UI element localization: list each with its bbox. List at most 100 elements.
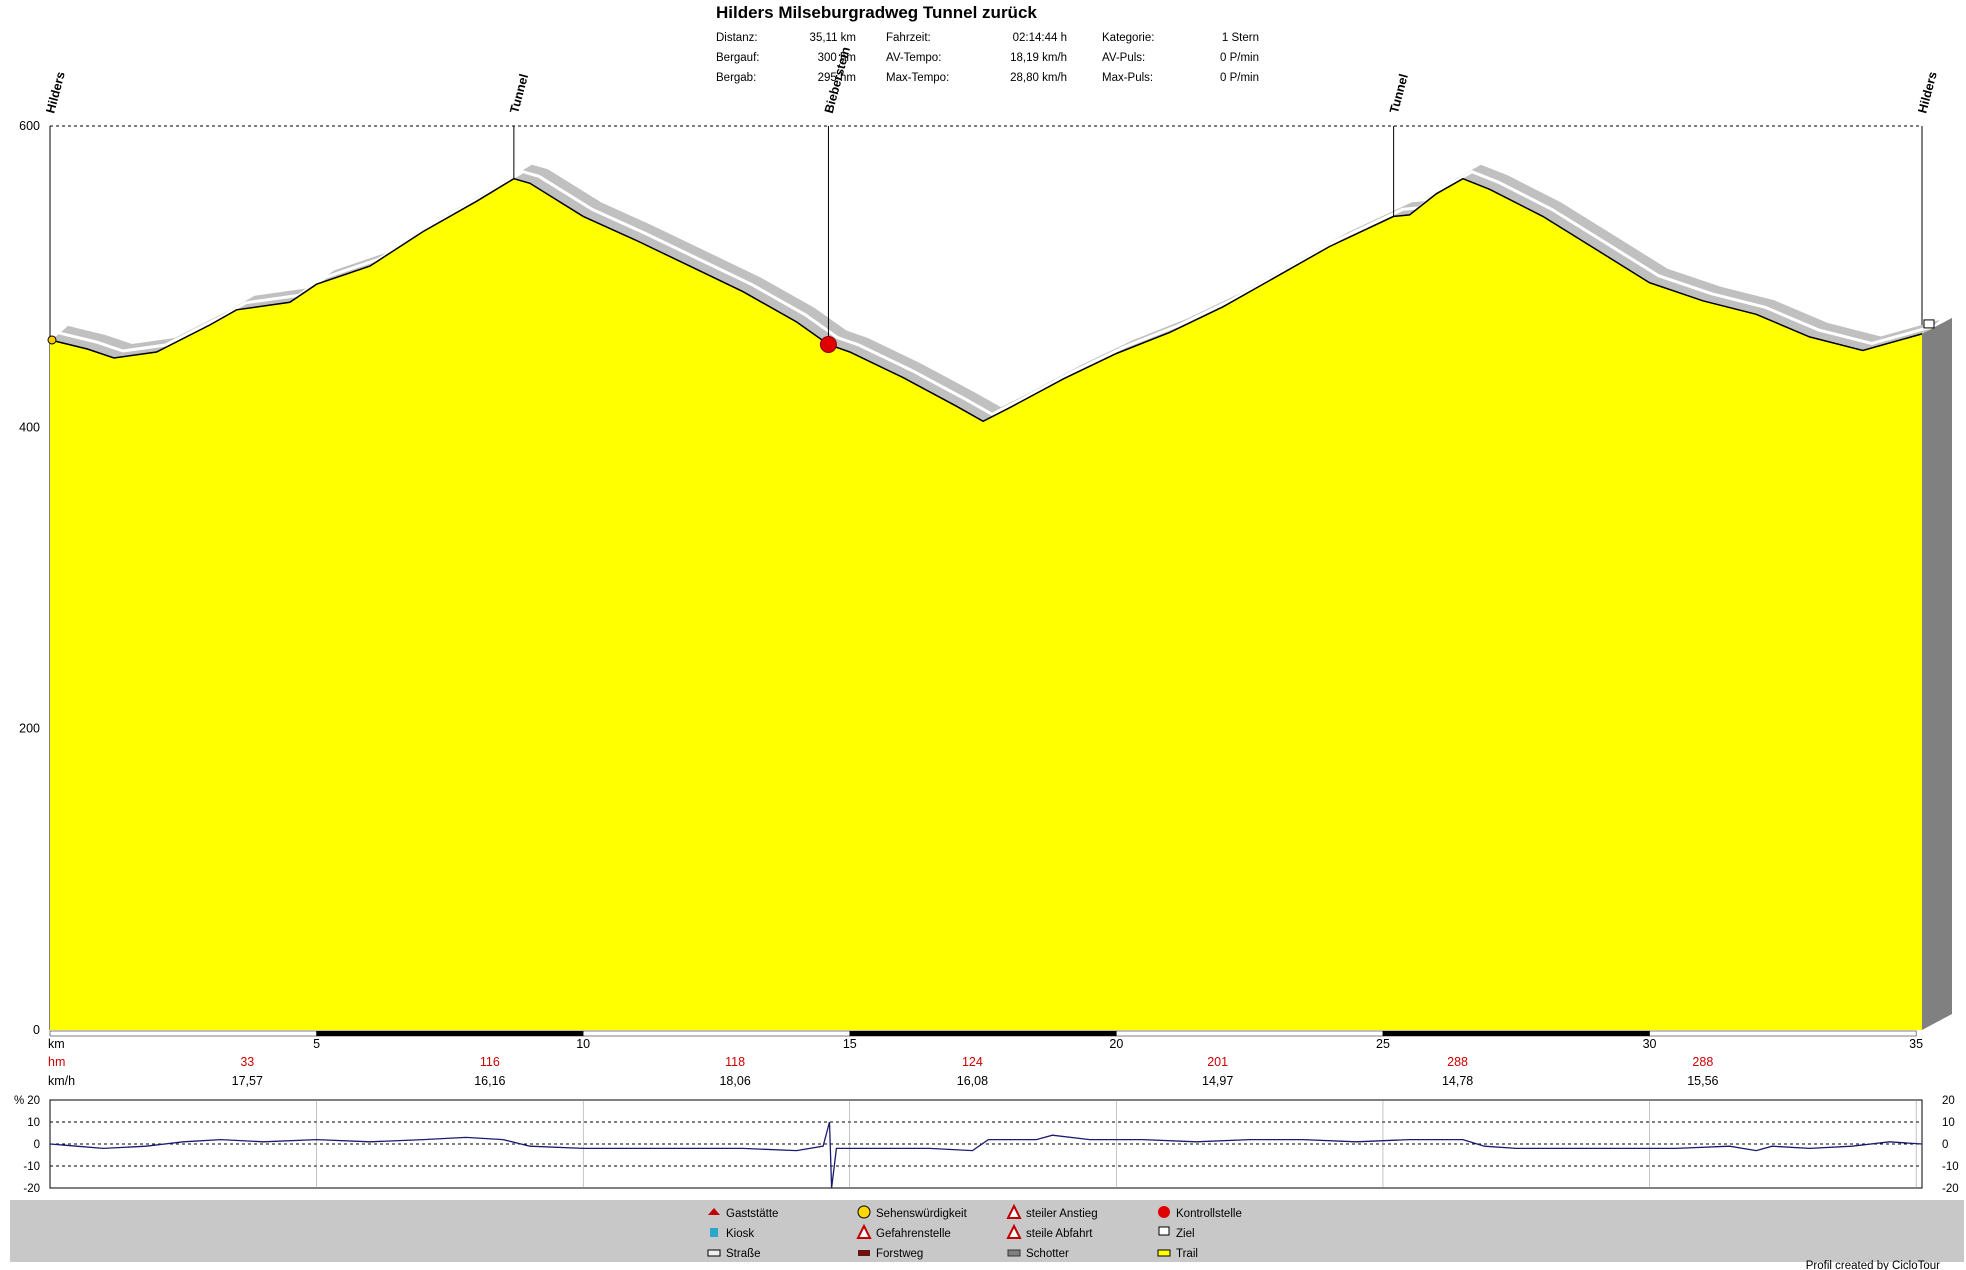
waypoint-label: Tunnel bbox=[1387, 72, 1411, 114]
x-tick-label: 25 bbox=[1376, 1037, 1390, 1051]
table-row-label: km/h bbox=[48, 1074, 75, 1088]
profile-fill bbox=[50, 178, 1922, 1030]
trail-icon bbox=[1157, 1249, 1171, 1257]
x-tick-label: 15 bbox=[843, 1037, 857, 1051]
profile-side-face bbox=[1922, 317, 1952, 1030]
chart-title: Hilders Milseburgradweg Tunnel zurück bbox=[716, 3, 1037, 22]
table-cell: 14,97 bbox=[1202, 1074, 1233, 1088]
gradient-y-tick-right: -20 bbox=[1942, 1183, 1959, 1195]
y-tick-label: 600 bbox=[19, 119, 40, 133]
gradient-y-tick: 0 bbox=[34, 1139, 40, 1151]
x-tick-label: 20 bbox=[1109, 1037, 1123, 1051]
profile-area bbox=[49, 125, 1952, 1030]
waypoint-label: Hilders bbox=[1915, 70, 1940, 115]
gradient-y-tick: -20 bbox=[23, 1183, 40, 1195]
table-cell: 116 bbox=[480, 1055, 500, 1069]
stat-value: 35,11 km bbox=[810, 32, 856, 44]
waypoint-label: Tunnel bbox=[507, 72, 531, 114]
y-tick-label: 0 bbox=[33, 1023, 40, 1037]
gradient-y-tick-right: 0 bbox=[1942, 1139, 1948, 1151]
segment-table: hm 33 116 118 124 201 288 288 km/h 17,57 16,16 18,0… bbox=[48, 1055, 1719, 1088]
x-tick-label: 5 bbox=[313, 1037, 320, 1051]
gradient-unit-label: % bbox=[14, 1095, 24, 1107]
table-cell: 118 bbox=[725, 1055, 745, 1069]
kiosk-icon bbox=[710, 1228, 718, 1237]
y-tick-label: 200 bbox=[19, 722, 40, 736]
x-tick-label: 30 bbox=[1643, 1037, 1657, 1051]
stop-icon bbox=[819, 335, 837, 353]
finish-flag-icon bbox=[1158, 1226, 1170, 1236]
gradient-y-tick-right: -10 bbox=[1942, 1161, 1959, 1173]
table-cell: 201 bbox=[1207, 1055, 1228, 1069]
table-cell: 14,78 bbox=[1442, 1074, 1473, 1088]
y-tick-label: 400 bbox=[19, 420, 40, 434]
stats-block: Distanz: 35,11 km Bergauf: 300 hm Bergab… bbox=[716, 32, 1259, 84]
stop-icon bbox=[1158, 1206, 1170, 1218]
x-tick-label: 35 bbox=[1909, 1037, 1923, 1051]
gradient-y-tick-right: 10 bbox=[1942, 1117, 1955, 1129]
finish-flag-icon bbox=[1923, 319, 1935, 329]
road-icon bbox=[707, 1249, 721, 1257]
table-cell: 288 bbox=[1692, 1055, 1713, 1069]
x-axis-label: km bbox=[48, 1037, 65, 1051]
gradient-y-tick-right: 20 bbox=[1942, 1095, 1955, 1107]
credit-text: Profil created by CicloTour bbox=[1806, 1260, 1940, 1270]
stat-value: 18,19 km/h bbox=[1010, 52, 1067, 64]
gradient-y-tick: 10 bbox=[27, 1117, 40, 1129]
table-cell: 16,16 bbox=[474, 1074, 505, 1088]
forest-road-icon bbox=[858, 1250, 870, 1256]
stat-value: 02:14:44 h bbox=[1013, 32, 1067, 44]
legend-background bbox=[10, 1200, 1964, 1262]
legend-item-label: Kiosk bbox=[726, 1228, 754, 1240]
stat-label: Max-Tempo: bbox=[886, 72, 949, 84]
stat-label: Kategorie: bbox=[1102, 32, 1154, 44]
legend-item-label: Forstweg bbox=[876, 1248, 923, 1260]
table-row-label: hm bbox=[48, 1055, 65, 1069]
start-icon bbox=[47, 335, 57, 345]
elevation-chart: Hilders Milseburgradweg Tunnel zurück Di… bbox=[10, 3, 1964, 1270]
stat-label: Max-Puls: bbox=[1102, 72, 1153, 84]
legend-item-label: Gaststätte bbox=[726, 1208, 778, 1220]
gradient-y-tick: -10 bbox=[23, 1161, 40, 1173]
legend-item-label: Schotter bbox=[1026, 1248, 1069, 1260]
table-cell: 15,56 bbox=[1687, 1074, 1718, 1088]
waypoint-label: Hilders bbox=[43, 70, 68, 115]
legend-item-label: Straße bbox=[726, 1248, 761, 1260]
legend-item-label: Ziel bbox=[1176, 1228, 1195, 1240]
stat-value: 0 P/min bbox=[1220, 72, 1259, 84]
stat-label: Bergauf: bbox=[716, 52, 759, 64]
legend-item-label: Trail bbox=[1176, 1248, 1198, 1260]
distance-bar-segment bbox=[1649, 1030, 1917, 1037]
gravel-icon bbox=[1007, 1249, 1021, 1257]
stat-label: AV-Tempo: bbox=[886, 52, 941, 64]
legend-item-label: Gefahrenstelle bbox=[876, 1228, 951, 1240]
stat-value: 0 P/min bbox=[1220, 52, 1259, 64]
distance-bar-segment bbox=[849, 1030, 1117, 1037]
gradient-chart: 20 20 10 10 0 0 -10 -10 -20 -20% bbox=[14, 1095, 1959, 1195]
distance-bar-segment bbox=[1382, 1030, 1650, 1037]
distance-bar-segment bbox=[1116, 1030, 1384, 1037]
table-cell: 33 bbox=[240, 1055, 254, 1069]
stat-value: 1 Stern bbox=[1222, 32, 1259, 44]
x-axis: km 5 10 15 20 25 30 35 bbox=[48, 1030, 1923, 1051]
legend-item-label: steiler Anstieg bbox=[1026, 1208, 1098, 1220]
x-tick-label: 10 bbox=[576, 1037, 590, 1051]
stat-label: Bergab: bbox=[716, 72, 756, 84]
stat-label: Distanz: bbox=[716, 32, 758, 44]
legend-item-label: Sehenswürdigkeit bbox=[876, 1208, 968, 1220]
table-cell: 18,06 bbox=[719, 1074, 750, 1088]
distance-bar-segment bbox=[49, 1030, 317, 1037]
distance-bar-segment bbox=[582, 1030, 851, 1037]
stat-label: Fahrzeit: bbox=[886, 32, 931, 44]
legend-item-label: Kontrollstelle bbox=[1176, 1208, 1242, 1220]
table-cell: 17,57 bbox=[232, 1074, 263, 1088]
table-cell: 16,08 bbox=[957, 1074, 988, 1088]
gradient-y-tick: 20 bbox=[27, 1095, 40, 1107]
table-cell: 288 bbox=[1447, 1055, 1468, 1069]
legend-item-label: steile Abfahrt bbox=[1026, 1228, 1093, 1240]
stat-label: AV-Puls: bbox=[1102, 52, 1145, 64]
distance-bar-segment bbox=[316, 1030, 584, 1037]
smiley-icon bbox=[857, 1205, 871, 1219]
stat-value: 28,80 km/h bbox=[1010, 72, 1067, 84]
table-cell: 124 bbox=[962, 1055, 983, 1069]
